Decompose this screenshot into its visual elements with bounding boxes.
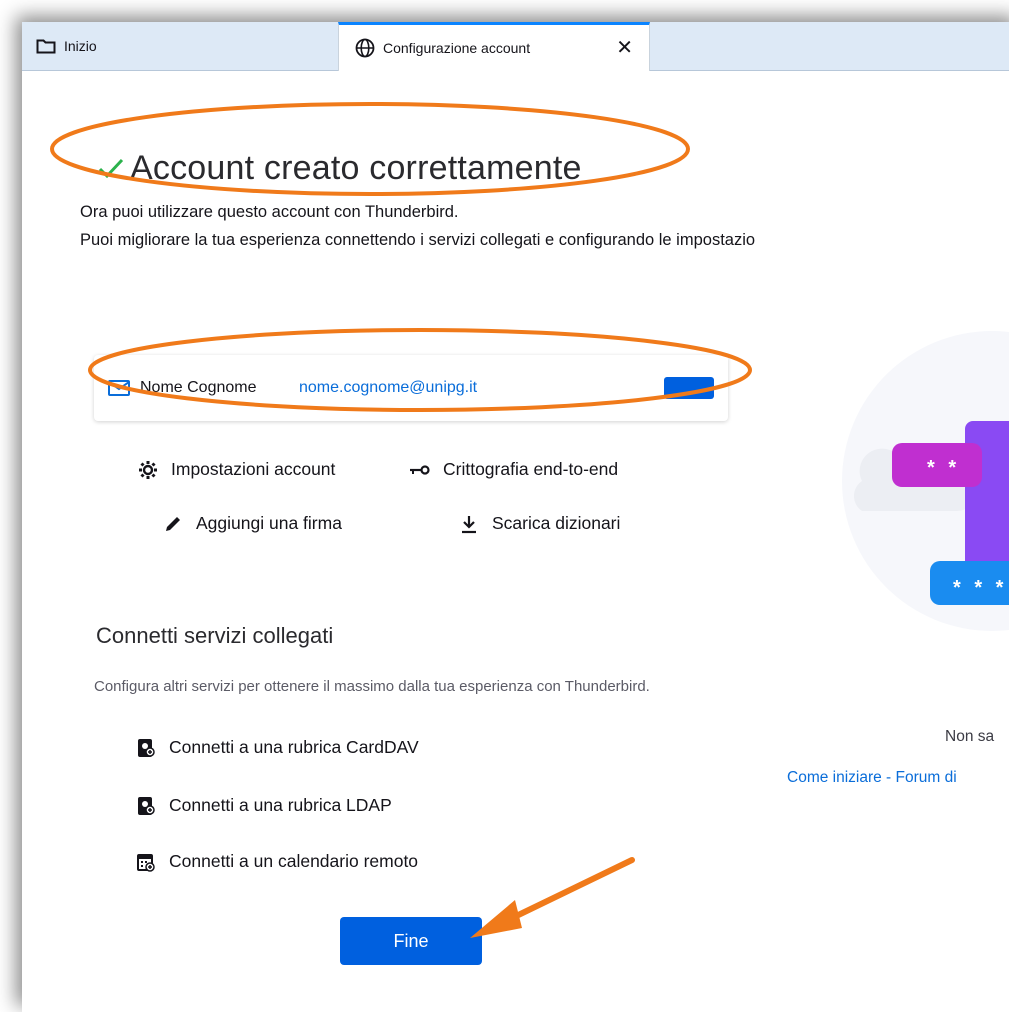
action-label: Crittografia end-to-end	[443, 459, 619, 479]
mail-account-icon	[108, 380, 130, 396]
password-illustration	[842, 331, 1009, 631]
close-icon[interactable]: ✕	[616, 35, 633, 60]
gear-icon	[137, 460, 159, 480]
account-email: nome.cognome@unipg.it	[299, 379, 478, 396]
pencil-icon	[162, 514, 184, 534]
account-toggle[interactable]	[664, 377, 714, 399]
finish-button[interactable]: Fine	[340, 917, 482, 965]
carddav-link[interactable]: Connetti a una rubrica CardDAV	[137, 737, 419, 758]
calendar-link[interactable]: Connetti a un calendario remoto	[137, 851, 418, 872]
tab-label: Configurazione account	[383, 40, 531, 56]
account-name: Nome Cognome	[140, 379, 257, 396]
account-settings-link[interactable]: Impostazioni account	[137, 459, 335, 480]
globe-icon	[355, 38, 375, 58]
checkmark-icon	[98, 158, 124, 179]
intro-line-2: Puoi migliorare la tua esperienza connet…	[80, 231, 756, 249]
tab-configurazione-account[interactable]: Configurazione account ✕	[338, 22, 650, 71]
help-links[interactable]: Come iniziare - Forum di	[787, 769, 957, 787]
thunderbird-window: Inizio Configurazione account ✕ * * * * …	[22, 22, 1009, 1012]
key-icon	[409, 464, 431, 476]
ldap-link[interactable]: Connetti a una rubrica LDAP	[137, 795, 392, 816]
page-title: Account creato correttamente	[130, 149, 582, 187]
service-label: Connetti a una rubrica CardDAV	[169, 737, 419, 757]
action-label: Scarica dizionari	[492, 513, 621, 533]
address-book-add-icon	[137, 738, 157, 758]
services-description: Configura altri servizi per ottenere il …	[94, 678, 650, 695]
e2e-encryption-link[interactable]: Crittografia end-to-end	[409, 459, 618, 480]
add-signature-link[interactable]: Aggiungi una firma	[162, 513, 342, 534]
service-label: Connetti a una rubrica LDAP	[169, 795, 392, 815]
stars-bottom: * * *	[953, 577, 1008, 599]
account-setup-page: * * * * * Non sa Come iniziare - Forum d…	[22, 71, 1009, 1012]
folder-icon	[36, 39, 56, 54]
intro-line-1: Ora puoi utilizzare questo account con T…	[80, 203, 459, 221]
services-title: Connetti servizi collegati	[96, 623, 334, 648]
tab-label: Inizio	[64, 38, 97, 54]
action-label: Aggiungi una firma	[196, 513, 342, 533]
help-text: Non sa	[945, 728, 995, 745]
stars-top: * *	[927, 457, 961, 479]
service-label: Connetti a un calendario remoto	[169, 851, 419, 871]
tab-bar: Inizio Configurazione account ✕	[22, 22, 1009, 71]
download-icon	[458, 514, 480, 534]
download-dictionaries-link[interactable]: Scarica dizionari	[458, 513, 620, 534]
address-book-add-icon	[137, 796, 157, 816]
action-label: Impostazioni account	[171, 459, 336, 479]
calendar-add-icon	[137, 852, 157, 872]
account-card[interactable]: Nome Cognome nome.cognome@unipg.it	[94, 355, 728, 421]
tab-inizio[interactable]: Inizio	[36, 22, 97, 70]
